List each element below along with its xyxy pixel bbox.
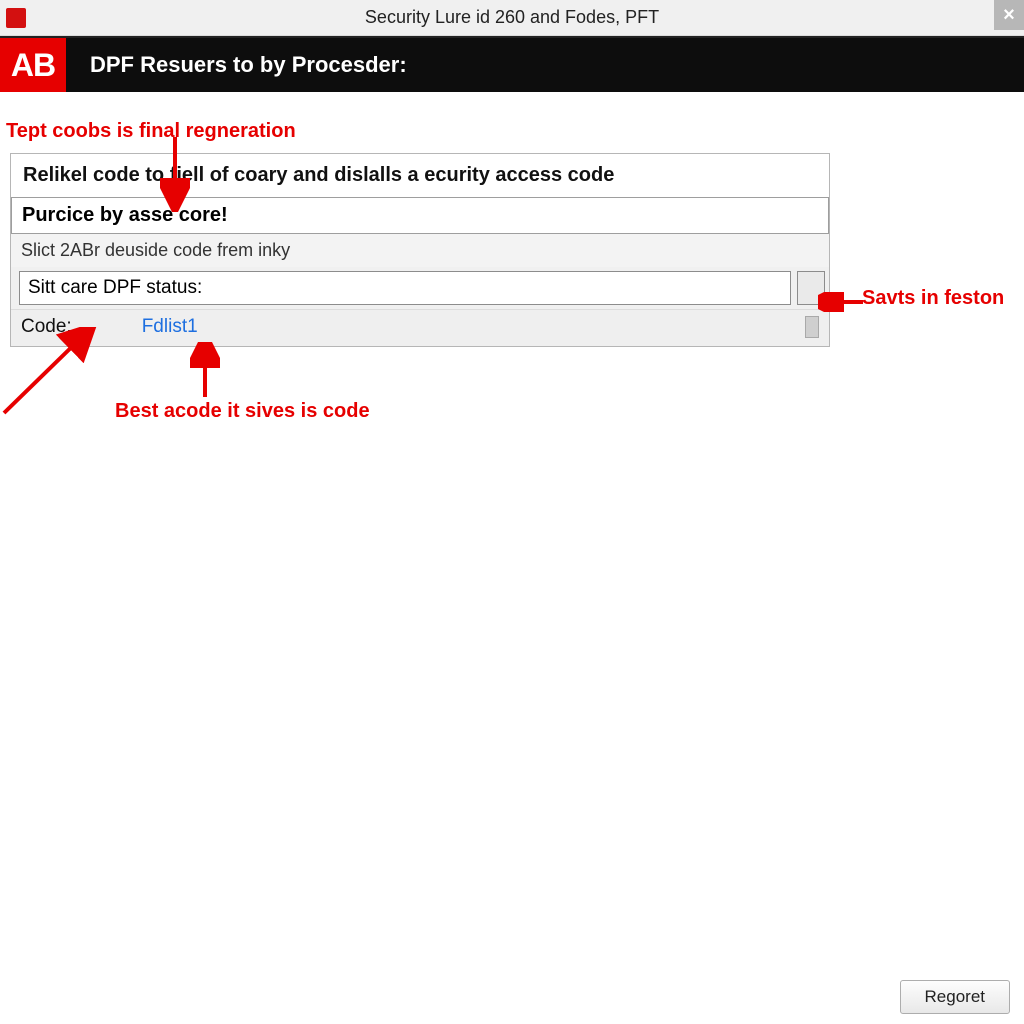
annotation-top: Tept coobs is final regneration bbox=[6, 120, 1024, 143]
content-area: Tept coobs is final regneration Relikel … bbox=[0, 92, 1024, 1024]
arrow-up-icon bbox=[190, 342, 220, 402]
close-icon: × bbox=[1003, 4, 1015, 27]
panel-instruction: Slict 2ABr deuside code frem inky bbox=[11, 234, 829, 267]
panel-heading: Relikel code to fiell of coary and disla… bbox=[11, 154, 829, 193]
brand-badge: AB bbox=[0, 38, 66, 92]
code-label: Code: bbox=[21, 316, 72, 338]
scrollbar-stub[interactable] bbox=[805, 316, 819, 338]
panel-subheading: Purcice by asse core! bbox=[11, 197, 829, 234]
footer-actions: Regoret bbox=[900, 980, 1010, 1014]
app-header: AB DPF Resuers to by Procesder: bbox=[0, 36, 1024, 92]
header-title: DPF Resuers to by Procesder: bbox=[66, 38, 407, 92]
code-link[interactable]: Fdlist1 bbox=[142, 316, 198, 338]
annotation-bottom: Best acode it sives is code bbox=[115, 400, 370, 423]
status-row bbox=[11, 267, 829, 309]
status-input[interactable] bbox=[19, 271, 791, 305]
submit-button[interactable] bbox=[797, 271, 825, 305]
regoret-button[interactable]: Regoret bbox=[900, 980, 1010, 1014]
code-row: Code: Fdlist1 bbox=[11, 309, 829, 346]
app-icon bbox=[6, 8, 26, 28]
security-panel: Relikel code to fiell of coary and disla… bbox=[10, 153, 830, 347]
annotation-right: Savts in feston bbox=[862, 287, 1004, 310]
window-title: Security Lure id 260 and Fodes, PFT bbox=[365, 7, 659, 28]
window-titlebar: Security Lure id 260 and Fodes, PFT × bbox=[0, 0, 1024, 36]
close-button[interactable]: × bbox=[994, 0, 1024, 30]
